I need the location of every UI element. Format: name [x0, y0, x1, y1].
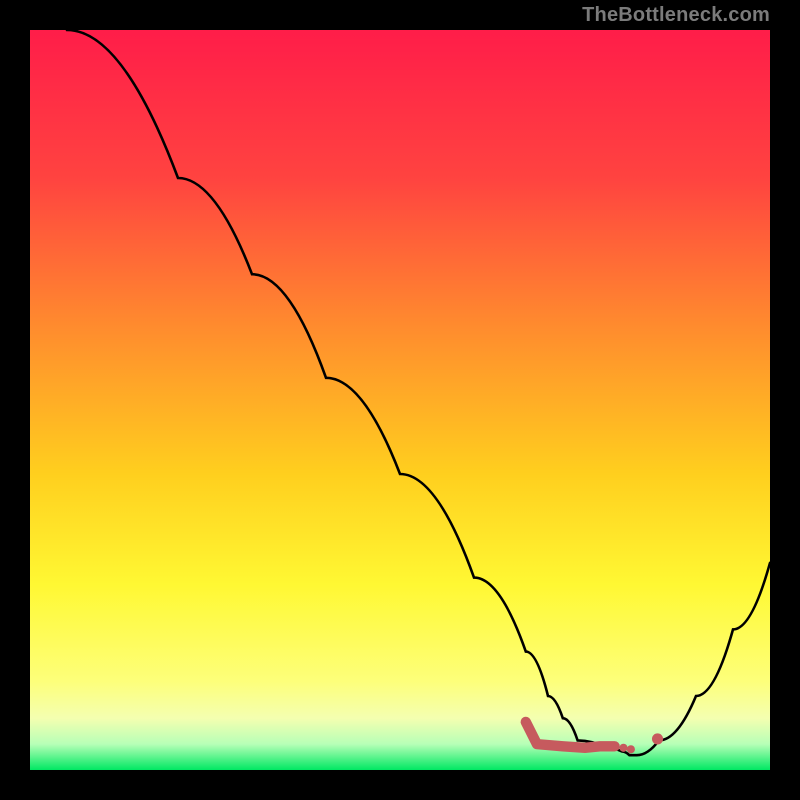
marker-dot	[652, 733, 663, 744]
curve-layer	[30, 30, 770, 770]
bottleneck-curve	[30, 30, 770, 755]
plot-area	[30, 30, 770, 770]
watermark-text: TheBottleneck.com	[582, 4, 770, 27]
marker-dot	[619, 744, 627, 752]
chart-container: TheBottleneck.com	[0, 0, 800, 800]
marker-dot	[627, 745, 635, 753]
marker-group	[526, 722, 663, 753]
